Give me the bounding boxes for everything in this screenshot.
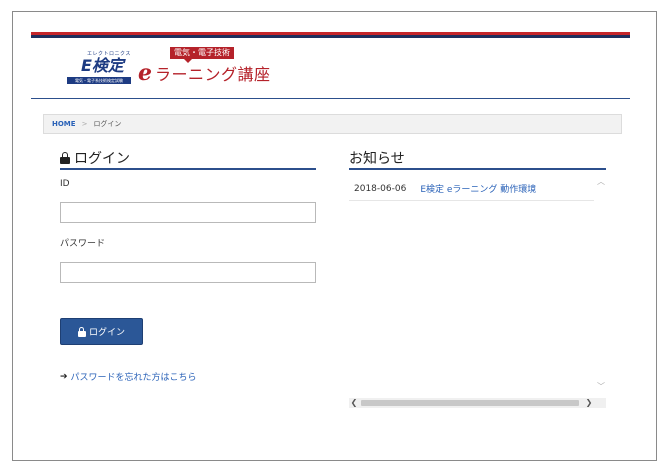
arrow-right-icon: ➔ bbox=[60, 371, 68, 382]
scroll-up-icon[interactable]: ︿ bbox=[596, 177, 606, 187]
horizontal-scrollbar[interactable]: ❮ ❯ bbox=[349, 398, 606, 408]
scroll-down-icon[interactable]: ﹀ bbox=[596, 382, 606, 392]
breadcrumb-separator: > bbox=[81, 120, 88, 128]
login-button-label: ログイン bbox=[88, 328, 125, 338]
vertical-scrollbar[interactable]: ︿ ﹀ bbox=[596, 177, 606, 392]
breadcrumb-current: ログイン bbox=[93, 120, 122, 128]
breadcrumb: HOME > ログイン bbox=[43, 114, 622, 134]
breadcrumb-home-link[interactable]: HOME bbox=[52, 120, 76, 128]
course-title-e: e bbox=[138, 60, 152, 86]
news-panel: お知らせ 2018-06-06 E検定 eラーニング 動作環境 ︿ ﹀ ❮ ❯ bbox=[349, 148, 606, 408]
course-title[interactable]: e ラーニング講座 bbox=[138, 62, 271, 84]
course-badge: 電気・電子技術 bbox=[170, 47, 234, 63]
news-date: 2018-06-06 bbox=[354, 183, 407, 194]
password-label: パスワード bbox=[60, 239, 106, 249]
id-input[interactable] bbox=[60, 202, 316, 223]
list-item: 2018-06-06 E検定 eラーニング 動作環境 bbox=[349, 177, 594, 201]
password-input[interactable] bbox=[60, 262, 316, 283]
forgot-password-link[interactable]: ➔ パスワードを忘れた方はこちら bbox=[60, 370, 197, 384]
logo-text: E検定 bbox=[81, 56, 124, 75]
course-title-text: ラーニング講座 bbox=[155, 65, 271, 84]
id-label: ID bbox=[60, 179, 70, 189]
news-heading: お知らせ bbox=[349, 148, 606, 170]
login-panel: ログイン ID パスワード ログイン ➔ パスワードを忘れた方はこちら bbox=[60, 148, 316, 383]
login-button[interactable]: ログイン bbox=[60, 318, 143, 345]
lock-icon bbox=[60, 152, 70, 164]
scroll-left-icon[interactable]: ❮ bbox=[349, 398, 359, 408]
forgot-password-text: パスワードを忘れた方はこちら bbox=[70, 373, 197, 383]
scroll-thumb[interactable] bbox=[361, 400, 579, 406]
login-heading: ログイン bbox=[60, 148, 316, 170]
lock-icon bbox=[77, 326, 86, 337]
e-kentei-logo[interactable]: エレクトロニクス E検定 電気・電子系技術検定試験 bbox=[61, 50, 133, 84]
logo-tagline-bottom: 電気・電子系技術検定試験 bbox=[67, 77, 131, 84]
site-header: エレクトロニクス E検定 電気・電子系技術検定試験 電気・電子技術 e ラーニン… bbox=[31, 38, 630, 99]
news-link[interactable]: E検定 eラーニング 動作環境 bbox=[420, 182, 536, 195]
scroll-right-icon[interactable]: ❯ bbox=[584, 398, 594, 408]
login-heading-text: ログイン bbox=[74, 151, 130, 167]
news-list[interactable]: 2018-06-06 E検定 eラーニング 動作環境 ︿ ﹀ ❮ ❯ bbox=[349, 172, 606, 410]
